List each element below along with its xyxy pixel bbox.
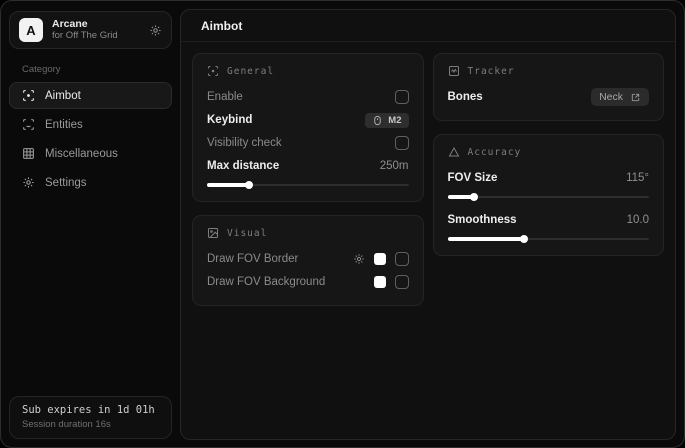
draw-fov-border-row: Draw FOV Border <box>207 248 409 270</box>
max-distance-row: Max distance 250m <box>207 155 409 177</box>
sidebar-item-settings[interactable]: Settings <box>9 169 172 196</box>
smoothness-value: 10.0 <box>627 214 649 226</box>
main-panel: Aimbot General <box>180 9 676 440</box>
crosshair-icon <box>22 89 35 102</box>
expand-icon <box>630 92 641 103</box>
crosshair-icon <box>207 65 219 77</box>
mouse-icon <box>372 115 383 126</box>
logo-text: Arcane for Off The Grid <box>52 18 118 42</box>
keybind-label: Keybind <box>207 114 252 126</box>
bones-value: Neck <box>599 91 623 103</box>
sidebar-nav: Aimbot Entities Miscella <box>9 82 172 196</box>
enable-checkbox[interactable] <box>395 90 409 104</box>
logo-card: A Arcane for Off The Grid <box>9 11 172 49</box>
sidebar-item-label: Settings <box>45 177 87 189</box>
scan-face-icon <box>22 118 35 131</box>
draw-fov-background-row: Draw FOV Background <box>207 271 409 293</box>
sidebar-item-aimbot[interactable]: Aimbot <box>9 82 172 109</box>
visual-card: Visual Draw FOV Border <box>192 215 424 306</box>
bones-row: Bones Neck <box>448 86 650 108</box>
fov-background-color-swatch[interactable] <box>374 276 386 288</box>
sidebar-item-label: Aimbot <box>45 90 81 102</box>
visual-card-header: Visual <box>207 227 409 239</box>
draw-fov-border-label: Draw FOV Border <box>207 253 298 265</box>
grid-icon <box>22 147 35 160</box>
fov-border-checkbox[interactable] <box>395 252 409 266</box>
subscription-card: Sub expires in 1d 01h Session duration 1… <box>9 396 172 439</box>
general-card-header: General <box>207 65 409 77</box>
image-icon <box>207 227 219 239</box>
sidebar-item-entities[interactable]: Entities <box>9 111 172 138</box>
enable-row: Enable <box>207 86 409 108</box>
app-logo: A <box>19 18 43 42</box>
slider-fill <box>207 183 249 187</box>
tracker-card-header: Tracker <box>448 65 650 77</box>
keybind-value: M2 <box>388 115 401 126</box>
slider-thumb[interactable] <box>470 193 478 201</box>
fov-background-controls <box>374 275 409 289</box>
accuracy-card: Accuracy FOV Size 115° Smoothness <box>433 134 665 256</box>
main-content: General Enable Keybind <box>181 42 675 317</box>
draw-fov-background-label: Draw FOV Background <box>207 276 325 288</box>
smoothness-slider[interactable] <box>448 234 650 243</box>
app-title: Arcane <box>52 18 118 30</box>
gear-icon[interactable] <box>149 24 162 37</box>
right-column: Tracker Bones Neck <box>433 53 665 256</box>
smoothness-row: Smoothness 10.0 <box>448 209 650 231</box>
visibility-check-label: Visibility check <box>207 137 282 149</box>
card-title: Visual <box>227 228 267 239</box>
card-title: Accuracy <box>468 147 522 158</box>
sidebar-item-miscellaneous[interactable]: Miscellaneous <box>9 140 172 167</box>
slider-thumb[interactable] <box>245 181 253 189</box>
bones-label: Bones <box>448 91 483 103</box>
card-title: General <box>227 66 274 77</box>
fov-border-color-swatch[interactable] <box>374 253 386 265</box>
keybind-badge[interactable]: M2 <box>365 113 408 128</box>
bones-select[interactable]: Neck <box>591 88 649 106</box>
sidebar: A Arcane for Off The Grid Category <box>1 1 180 447</box>
smoothness-label: Smoothness <box>448 214 517 226</box>
max-distance-slider[interactable] <box>207 180 409 189</box>
session-duration-text: Session duration 16s <box>22 419 159 430</box>
visibility-check-row: Visibility check <box>207 132 409 154</box>
app-subtitle: for Off The Grid <box>52 31 118 42</box>
fov-background-checkbox[interactable] <box>395 275 409 289</box>
slider-fill <box>448 237 525 241</box>
max-distance-label: Max distance <box>207 160 279 172</box>
gear-icon <box>22 176 35 189</box>
category-label: Category <box>22 64 172 75</box>
tracker-card: Tracker Bones Neck <box>433 53 665 121</box>
fov-size-slider[interactable] <box>448 192 650 201</box>
sub-expires-text: Sub expires in 1d 01h <box>22 404 159 416</box>
slider-fill <box>448 195 474 199</box>
max-distance-value: 250m <box>380 160 409 172</box>
accuracy-card-header: Accuracy <box>448 146 650 158</box>
main-header: Aimbot <box>181 10 675 42</box>
general-card: General Enable Keybind <box>192 53 424 202</box>
card-title: Tracker <box>468 66 515 77</box>
page-title: Aimbot <box>201 19 655 33</box>
tracker-icon <box>448 65 460 77</box>
fov-size-row: FOV Size 115° <box>448 167 650 189</box>
triangle-icon <box>448 146 460 158</box>
gear-icon[interactable] <box>353 253 365 265</box>
app-window: A Arcane for Off The Grid Category <box>0 0 685 448</box>
left-column: General Enable Keybind <box>192 53 424 306</box>
enable-label: Enable <box>207 91 243 103</box>
fov-border-controls <box>353 252 409 266</box>
sidebar-item-label: Entities <box>45 119 83 131</box>
sidebar-item-label: Miscellaneous <box>45 148 118 160</box>
fov-size-label: FOV Size <box>448 172 498 184</box>
keybind-row: Keybind M2 <box>207 109 409 131</box>
visibility-check-checkbox[interactable] <box>395 136 409 150</box>
slider-thumb[interactable] <box>520 235 528 243</box>
fov-size-value: 115° <box>626 172 649 184</box>
slider-track <box>448 196 650 198</box>
